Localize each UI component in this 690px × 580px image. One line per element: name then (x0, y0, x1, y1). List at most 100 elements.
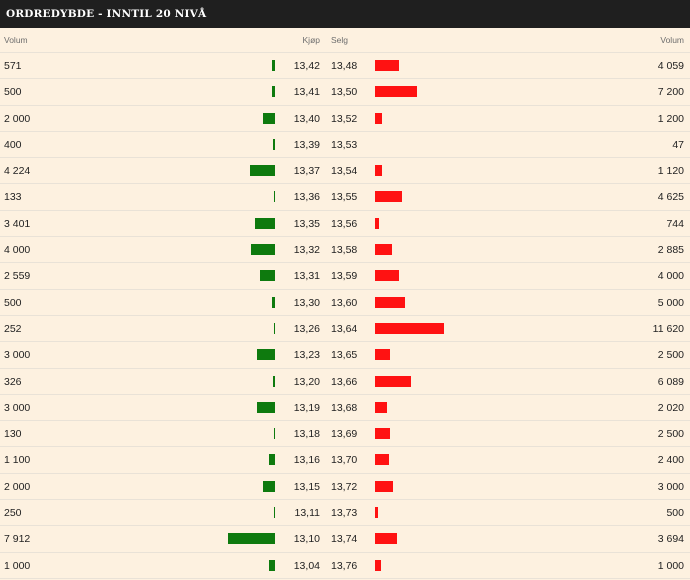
bid-volume-cell: 500 (4, 86, 22, 99)
bid-volume-bar (273, 375, 275, 387)
ask-price-cell: 13,59 (331, 270, 358, 283)
order-book-row: 1 100 13,16 13,70 2 400 (0, 447, 690, 474)
bid-volume-cell: 250 (4, 507, 22, 520)
ask-volume-cell: 1 000 (657, 559, 684, 572)
ask-price-cell: 13,74 (331, 533, 358, 546)
bid-price-cell: 13,15 (293, 480, 320, 493)
ask-volume-bar (375, 270, 399, 282)
order-book-row: 3 000 13,23 13,65 2 500 (0, 342, 690, 369)
order-book-row: 326 13,20 13,66 6 089 (0, 369, 690, 395)
bid-price-cell: 13,35 (293, 217, 320, 230)
order-book-row: 7 912 13,10 13,74 3 694 (0, 526, 690, 553)
ask-volume-bar (375, 454, 390, 466)
ask-volume-bar (375, 375, 411, 387)
ask-volume-cell: 2 500 (657, 428, 684, 441)
bid-price-cell: 13,36 (293, 191, 320, 204)
bid-price-cell: 13,37 (293, 165, 320, 178)
order-book-row: 571 13,42 13,48 4 059 (0, 53, 690, 80)
order-book-table: Volum Kjøp Selg Volum 571 13,42 13,48 4 059… (0, 28, 690, 579)
bid-volume-bar (268, 454, 275, 466)
bid-price-cell: 13,26 (293, 322, 320, 335)
bid-volume-bar (273, 322, 275, 334)
ask-volume-cell: 744 (666, 217, 684, 230)
bid-volume-cell: 326 (4, 375, 22, 388)
order-book-row: 133 13,36 13,55 4 625 (0, 184, 690, 211)
bid-volume-cell: 3 401 (4, 217, 31, 230)
bid-price-cell: 13,11 (294, 507, 321, 520)
bid-volume-cell: 7 912 (4, 533, 31, 546)
bid-price-cell: 13,20 (293, 375, 320, 388)
bid-volume-bar (254, 217, 275, 229)
ask-price-cell: 13,66 (331, 375, 358, 388)
ask-volume-bar (375, 191, 403, 203)
ask-volume-bar (375, 480, 393, 492)
bid-volume-bar (228, 533, 275, 545)
order-book-row: 4 224 13,37 13,54 1 120 (0, 158, 690, 185)
bid-price-cell: 13,42 (293, 60, 320, 72)
bid-volume-bar (272, 86, 275, 98)
ask-price-header: Selg (331, 35, 349, 45)
order-book-row: 130 13,18 13,69 2 500 (0, 421, 690, 448)
ask-volume-cell: 11 620 (652, 322, 684, 335)
ask-volume-cell: 500 (666, 507, 684, 520)
ask-volume-cell: 2 500 (657, 349, 684, 362)
ask-volume-cell: 2 885 (657, 244, 684, 257)
ask-volume-bar (375, 296, 405, 308)
ask-volume-bar (375, 112, 383, 124)
ask-price-cell: 13,48 (331, 60, 358, 72)
bid-price-cell: 13,19 (293, 401, 320, 414)
bid-volume-cell: 2 000 (4, 112, 31, 125)
bid-price-cell: 13,04 (293, 559, 320, 572)
bid-price-cell: 13,41 (293, 86, 320, 99)
ask-volume-bar (375, 86, 418, 98)
ask-price-cell: 13,73 (331, 507, 358, 520)
widget-title: ORDREDYBDE - INNTIL 20 NIVÅ (0, 0, 690, 28)
ask-price-cell: 13,55 (331, 191, 358, 204)
ask-price-cell: 13,64 (331, 322, 358, 335)
order-book-row: 3 000 13,19 13,68 2 020 (0, 395, 690, 422)
bid-volume-bar (269, 559, 275, 571)
bid-price-cell: 13,40 (293, 112, 320, 125)
ask-volume-bar (375, 165, 382, 177)
column-header-row: Volum Kjøp Selg Volum (0, 28, 690, 53)
ask-price-cell: 13,60 (331, 296, 358, 309)
bid-volume-cell: 2 000 (4, 480, 31, 493)
ask-volume-cell: 4 059 (657, 60, 684, 72)
order-book-row: 500 13,41 13,50 7 200 (0, 79, 690, 106)
bid-volume-bar (263, 112, 275, 124)
bid-volume-bar (272, 138, 275, 150)
bid-price-cell: 13,31 (293, 270, 320, 283)
ask-volume-cell: 3 694 (657, 533, 684, 546)
ask-price-cell: 13,70 (331, 454, 358, 467)
ask-price-cell: 13,72 (331, 480, 358, 493)
ask-volume-bar (375, 401, 387, 413)
order-book-row: 2 000 13,40 13,52 1 200 (0, 106, 690, 132)
ask-volume-cell: 2 400 (657, 454, 684, 467)
bid-volume-cell: 571 (4, 60, 22, 72)
ask-price-cell: 13,53 (331, 138, 358, 151)
ask-volume-header: Volum (660, 35, 684, 45)
ask-volume-bar (375, 217, 380, 229)
bid-price-header: Kjøp (302, 35, 320, 45)
ask-volume-cell: 3 000 (657, 480, 684, 493)
bid-volume-bar (251, 244, 275, 256)
ask-price-cell: 13,52 (331, 112, 358, 125)
ask-volume-cell: 7 200 (657, 86, 684, 99)
order-book-rows: 571 13,42 13,48 4 059 500 13,41 13,50 7 200 2 00… (0, 53, 690, 579)
ask-volume-cell: 1 200 (657, 112, 684, 125)
ask-price-cell: 13,76 (331, 559, 358, 572)
ask-volume-cell: 4 625 (657, 191, 684, 204)
ask-volume-cell: 1 120 (657, 165, 684, 178)
bid-volume-cell: 1 000 (4, 559, 31, 572)
ask-volume-bar (375, 349, 390, 361)
bid-price-cell: 13,39 (293, 138, 320, 151)
ask-volume-cell: 6 089 (657, 375, 684, 388)
order-book-row: 500 13,30 13,60 5 000 (0, 290, 690, 316)
ask-price-cell: 13,68 (331, 401, 358, 414)
bid-volume-cell: 4 000 (4, 244, 31, 257)
bid-volume-bar (272, 296, 275, 308)
ask-volume-cell: 2 020 (657, 401, 684, 414)
order-book-row: 2 000 13,15 13,72 3 000 (0, 474, 690, 501)
ask-volume-bar (375, 507, 378, 519)
ask-price-cell: 13,65 (331, 349, 358, 362)
